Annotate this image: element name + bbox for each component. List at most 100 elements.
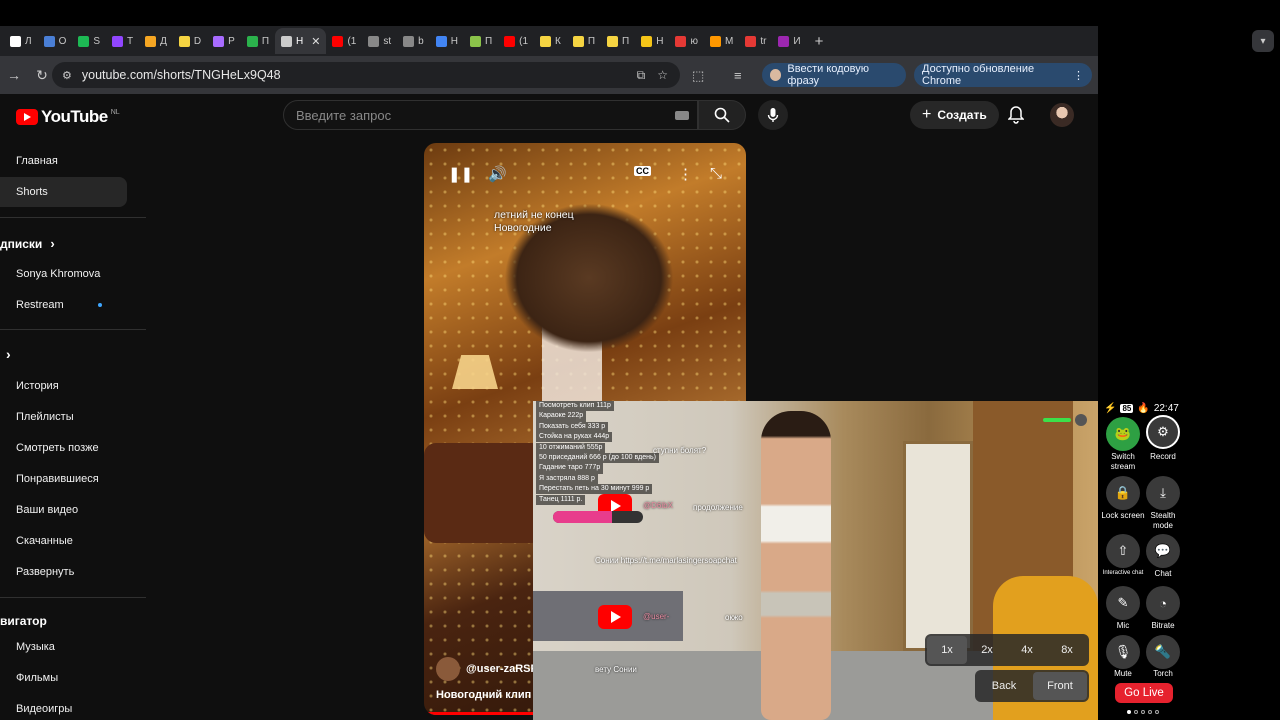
sidebar-item-sonya-khromova[interactable]: Sonya Khromova	[0, 259, 127, 289]
browser-tab[interactable]: Т	[106, 28, 139, 54]
chat-message: продолжение	[693, 503, 743, 512]
screen: Л О S Т Д D Р П Н ✕ (1 st b Н П (1 К П П Ню Мtr И + ▾ → ↻ ⚙ yo…	[0, 0, 1280, 720]
site-info-icon[interactable]: ⚙	[62, 69, 72, 82]
sidebar-item-home[interactable]: Главная	[0, 146, 127, 176]
browser-tab[interactable]: П	[601, 28, 635, 54]
record-button[interactable]: ⚙	[1146, 415, 1180, 449]
browser-tab[interactable]: И	[772, 28, 806, 54]
url-text[interactable]: youtube.com/shorts/TNGHeLx9Q48	[82, 68, 281, 82]
sidebar-item-restream[interactable]: Restream	[0, 290, 127, 320]
close-icon[interactable]: ✕	[311, 35, 320, 48]
mic-button[interactable]: ✎	[1106, 586, 1140, 620]
zoom-option-button[interactable]: 8x	[1047, 636, 1087, 664]
browser-tab[interactable]: К	[534, 28, 567, 54]
create-button[interactable]: + Создать	[910, 101, 999, 129]
more-vert-icon[interactable]: ⋮	[678, 165, 693, 183]
browser-tab[interactable]: (1	[326, 28, 362, 54]
passphrase-button[interactable]: Ввести кодовую фразу	[762, 63, 906, 87]
mute-button[interactable]: 🎙	[1106, 635, 1140, 669]
browser-tab[interactable]: Л	[4, 28, 38, 54]
youtube-logo[interactable]: YouTube NL	[16, 107, 120, 127]
channel-avatar[interactable]	[436, 657, 460, 681]
camera-frame-door	[903, 441, 973, 651]
browser-tab[interactable]: ю	[669, 28, 704, 54]
browser-tab[interactable]: Н	[635, 28, 669, 54]
sidebar-section-you[interactable]: ›	[6, 346, 11, 362]
sidebar-item-movies[interactable]: Фильмы	[0, 663, 127, 693]
browser-tab[interactable]: Н ✕	[275, 28, 327, 54]
tab-favicon-icon	[435, 35, 447, 47]
sidebar-item-watch-later[interactable]: Смотреть позже	[0, 433, 127, 463]
tab-label: Т	[127, 35, 134, 47]
search-button[interactable]	[698, 100, 746, 130]
account-avatar[interactable]	[1050, 103, 1074, 127]
chat-username: @D6ibX	[643, 501, 673, 510]
camera-back-button[interactable]: Back	[977, 672, 1031, 700]
browser-tab[interactable]: D	[173, 28, 207, 54]
sidebar-item-history[interactable]: История	[0, 371, 127, 401]
install-app-icon[interactable]: ⧉	[637, 68, 646, 83]
browser-tab[interactable]: S	[72, 28, 106, 54]
browser-tab[interactable]: (1	[498, 28, 534, 54]
new-tab-plus-icon[interactable]: +	[815, 33, 824, 50]
zoom-option-button[interactable]: 1x	[927, 636, 967, 664]
browser-tab[interactable]: Н	[430, 28, 464, 54]
fullscreen-icon[interactable]: ⤡	[710, 165, 722, 182]
window-top-bar	[0, 0, 1098, 26]
sidebar-item-your-videos[interactable]: Ваши видео	[0, 495, 127, 525]
zoom-option-button[interactable]: 2x	[967, 636, 1007, 664]
camera-switch: Back Front	[975, 670, 1089, 702]
donation-item: Посмотреть клип 111р	[536, 401, 614, 412]
sidebar-item-shorts[interactable]: Shorts	[0, 177, 127, 207]
browser-tab[interactable]: st	[362, 28, 397, 54]
sidebar-item-downloads[interactable]: Скачанные	[0, 526, 127, 556]
sidebar-section-subscriptions[interactable]: дписки ›	[0, 236, 55, 251]
search-input[interactable]	[296, 107, 656, 123]
extensions-icon[interactable]: ⬚	[692, 68, 704, 84]
interactive-chat-button[interactable]: ⇧	[1106, 534, 1140, 568]
upload-icon: ⇧	[1117, 543, 1129, 558]
voice-search-button[interactable]	[758, 100, 788, 130]
sidebar-item-music[interactable]: Музыка	[0, 632, 127, 662]
lock-screen-button[interactable]: 🔒	[1106, 476, 1140, 510]
tab-search-button[interactable]: ▾	[1252, 30, 1274, 52]
volume-icon[interactable]: 🔊	[488, 165, 507, 183]
sidebar-item-liked[interactable]: Понравившиеся	[0, 464, 127, 494]
short-title[interactable]: Новогодний клип 2	[436, 689, 540, 701]
browser-tab[interactable]: tr	[739, 28, 772, 54]
chat-label: Chat	[1154, 569, 1172, 578]
media-controls-icon[interactable]: ≡	[734, 68, 742, 83]
switch-stream-button[interactable]: 🐸	[1106, 417, 1140, 451]
camera-front-button[interactable]: Front	[1033, 672, 1087, 700]
bitrate-button[interactable]: ◔	[1146, 586, 1180, 620]
chrome-update-button[interactable]: Доступно обновление Chrome ⋮	[914, 63, 1092, 87]
tab-favicon-icon	[778, 35, 790, 47]
browser-tab[interactable]: П	[567, 28, 601, 54]
donation-item: Я застряла 888 р	[536, 473, 598, 484]
forward-icon[interactable]: →	[0, 67, 28, 83]
browser-tab[interactable]: О	[38, 28, 73, 54]
go-live-button[interactable]: Go Live	[1115, 683, 1173, 703]
bookmark-star-icon[interactable]: ☆	[657, 68, 668, 83]
omnibox[interactable]: ⚙ youtube.com/shorts/TNGHeLx9Q48 ⧉ ☆	[52, 62, 680, 88]
browser-tab[interactable]: b	[397, 28, 430, 54]
browser-tab[interactable]: П	[241, 28, 275, 54]
captions-icon[interactable]: CC	[634, 166, 651, 176]
chat-button[interactable]: 💬	[1146, 534, 1180, 568]
zoom-option-button[interactable]: 4x	[1007, 636, 1047, 664]
browser-tab[interactable]: П	[464, 28, 498, 54]
browser-tab[interactable]: Д	[139, 28, 173, 54]
keyboard-icon[interactable]	[675, 111, 689, 120]
notifications-bell-icon[interactable]	[1008, 106, 1024, 124]
sidebar-item-playlists[interactable]: Плейлисты	[0, 402, 127, 432]
browser-tab[interactable]: М	[704, 28, 739, 54]
stealth-mode-button[interactable]: ⤓	[1146, 476, 1180, 510]
short-channel[interactable]: @user-zaRSF	[436, 657, 537, 681]
stealth-icon: ⤓	[1160, 485, 1166, 500]
sidebar-item-games[interactable]: Видеоигры	[0, 694, 127, 720]
browser-tab[interactable]: Р	[207, 28, 241, 54]
pause-icon[interactable]: ❚❚	[448, 165, 473, 183]
torch-button[interactable]: 🔦	[1146, 635, 1180, 669]
clock: 22:47	[1153, 403, 1179, 414]
sidebar-item-expand[interactable]: Развернуть	[0, 557, 127, 587]
